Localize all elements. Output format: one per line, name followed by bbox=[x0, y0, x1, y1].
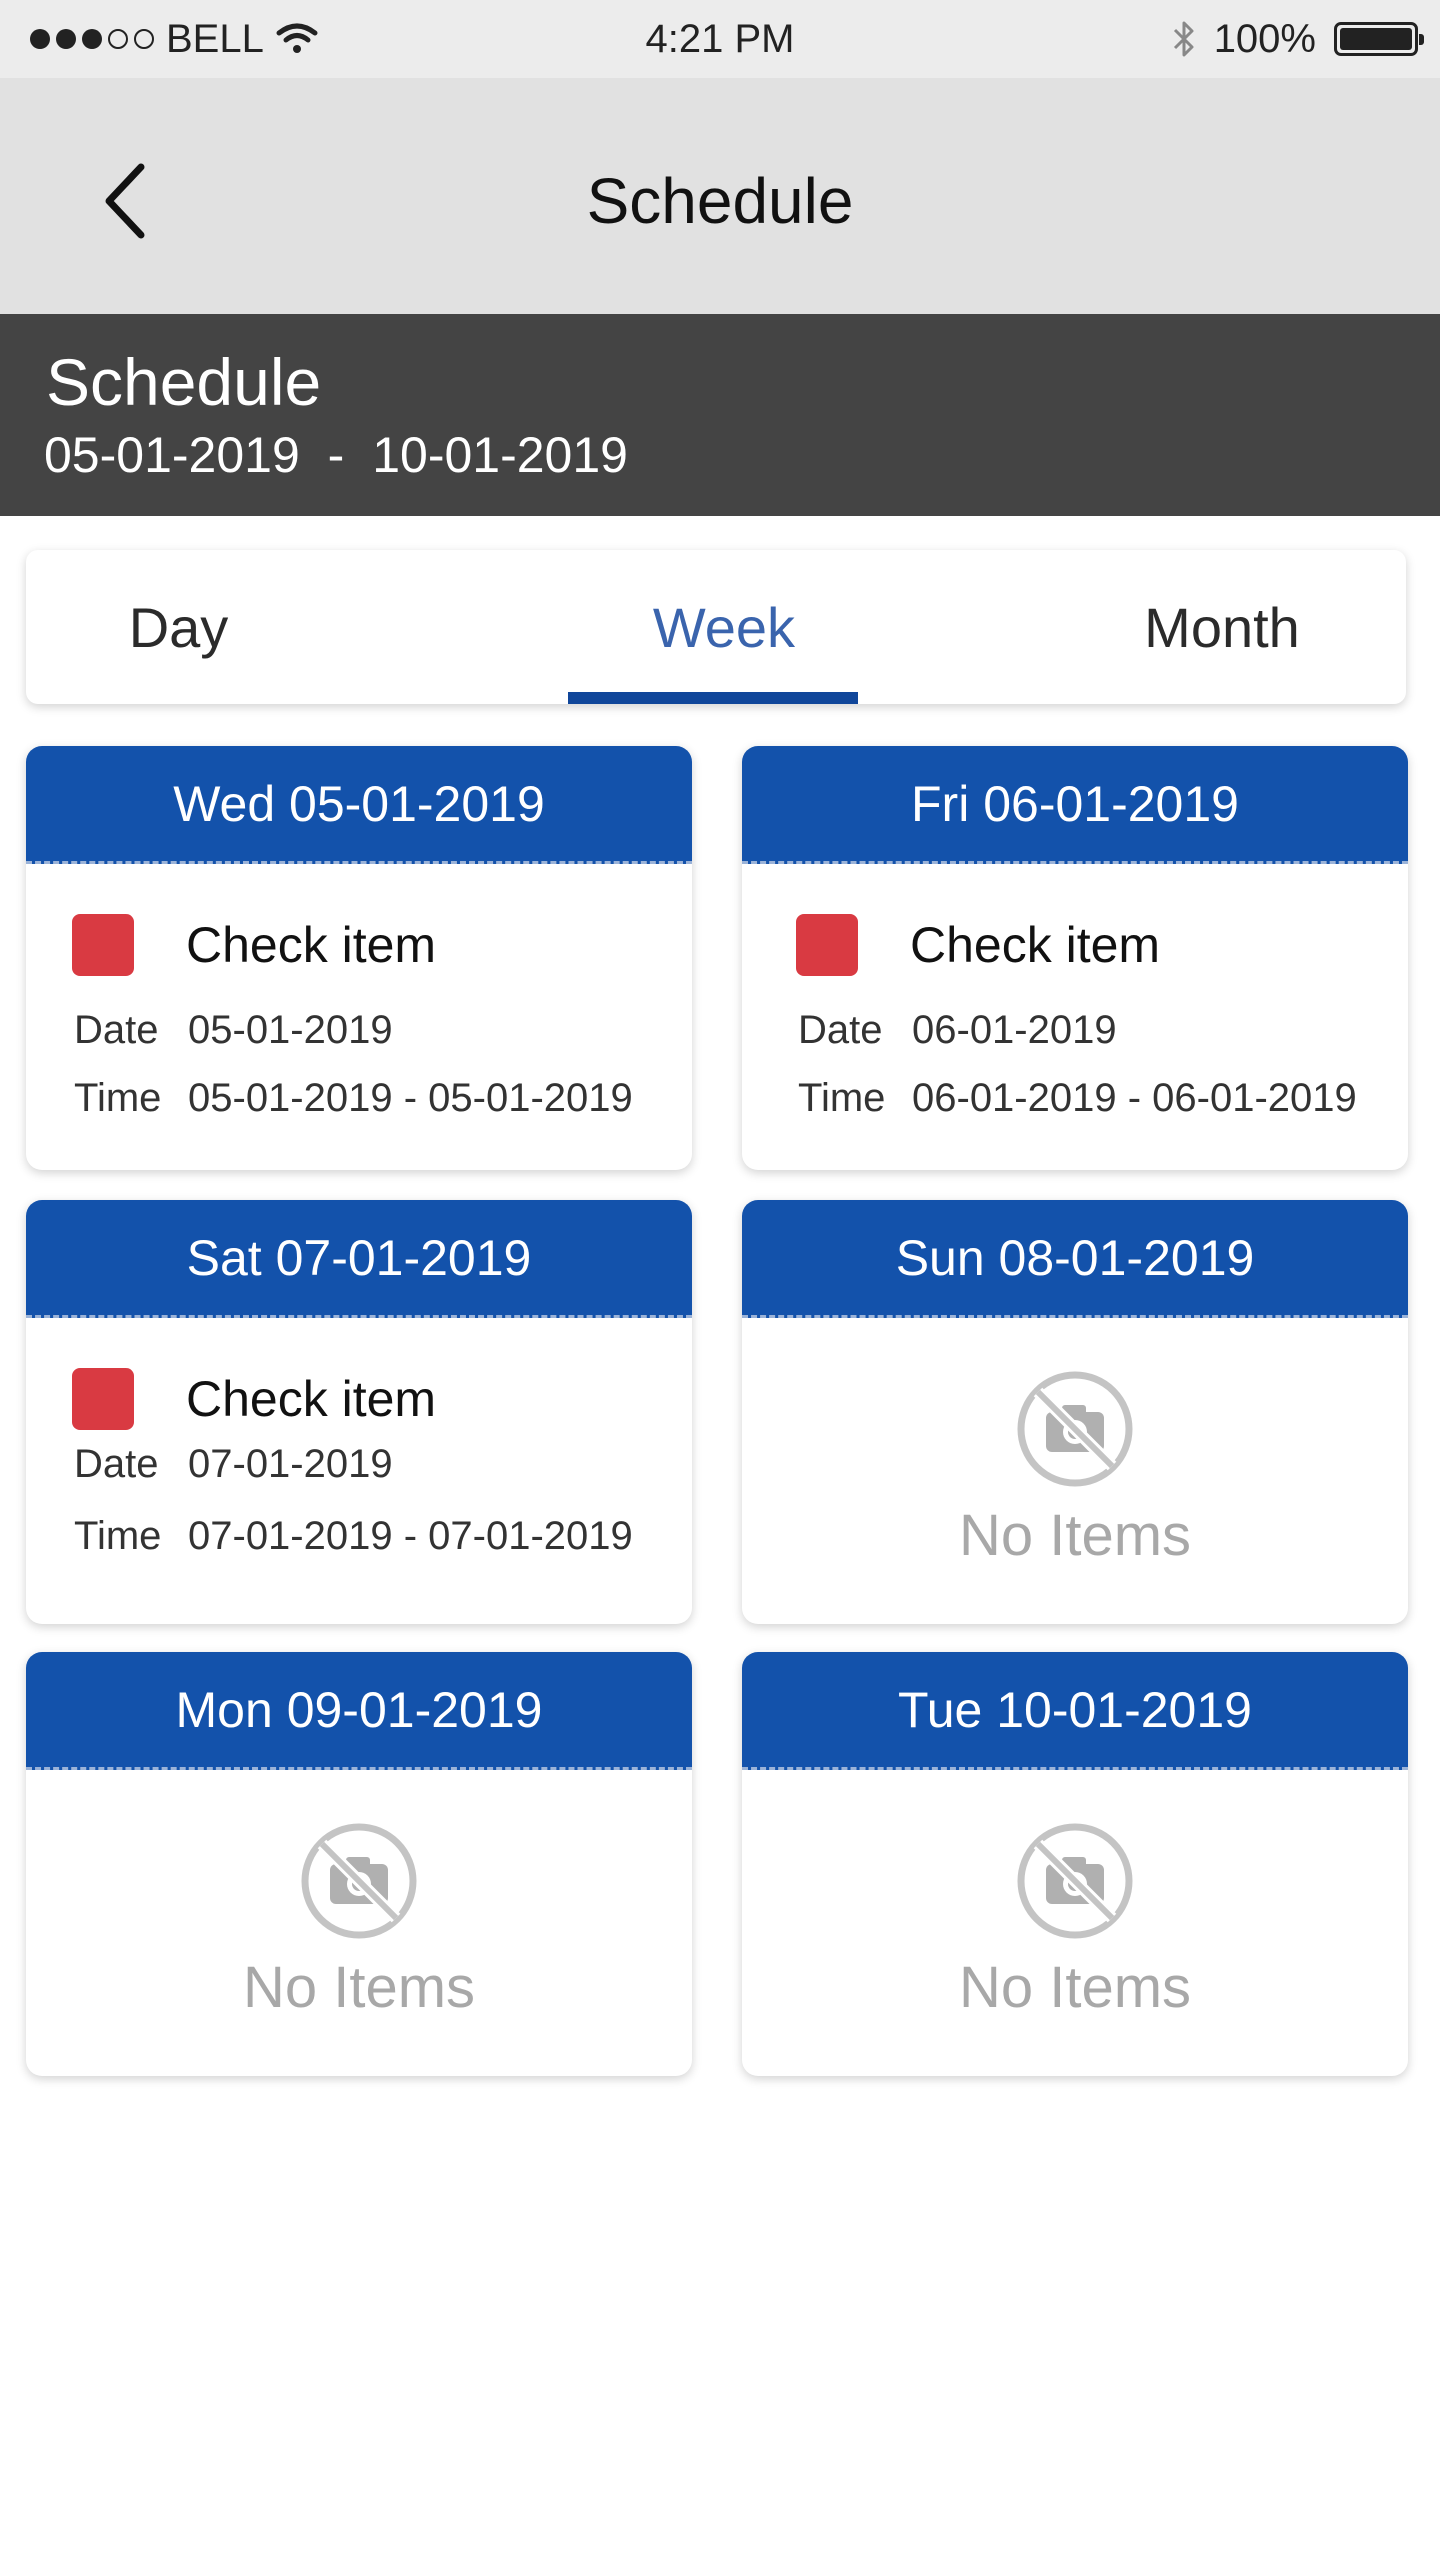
tab-day[interactable]: Day bbox=[26, 550, 331, 704]
item-title: Check item bbox=[186, 917, 437, 973]
day-card-header: Wed 05-01-2019 bbox=[26, 746, 692, 864]
schedule-item[interactable]: Check item bbox=[796, 914, 1160, 976]
tab-month[interactable]: Month bbox=[1038, 550, 1406, 704]
empty-state: No Items bbox=[742, 1370, 1408, 1569]
day-card-header: Tue 10-01-2019 bbox=[742, 1652, 1408, 1770]
date-label: Date bbox=[74, 1442, 159, 1486]
item-title: Check item bbox=[186, 1371, 437, 1427]
tab-week[interactable]: Week bbox=[568, 550, 880, 704]
item-time-row: Time 07-01-2019 - 07-01-2019 bbox=[74, 1514, 633, 1559]
day-card[interactable]: Wed 05-01-2019 Check item Date 05-01-201… bbox=[26, 746, 692, 1170]
range-start: 05-01-2019 bbox=[44, 427, 300, 483]
date-range: 05-01-2019 - 10-01-2019 bbox=[44, 426, 628, 484]
day-card-header: Sun 08-01-2019 bbox=[742, 1200, 1408, 1318]
nav-title: Schedule bbox=[586, 165, 854, 237]
nav-bar: Schedule bbox=[0, 78, 1440, 314]
range-end: 10-01-2019 bbox=[372, 427, 628, 483]
status-right: 100% bbox=[1172, 0, 1424, 78]
no-items-label: No Items bbox=[242, 1955, 476, 2020]
range-separator: - bbox=[313, 427, 359, 483]
day-card-header: Sat 07-01-2019 bbox=[26, 1200, 692, 1318]
no-camera-icon bbox=[1017, 1823, 1133, 1939]
item-time-row: Time 05-01-2019 - 05-01-2019 bbox=[74, 1076, 633, 1121]
item-time: 06-01-2019 - 06-01-2019 bbox=[912, 1076, 1357, 1120]
schedule-item[interactable]: Check item bbox=[72, 1368, 436, 1430]
bluetooth-icon bbox=[1173, 21, 1194, 57]
no-items-label: No Items bbox=[958, 1955, 1192, 2020]
day-card[interactable]: Sun 08-01-2019 No Items bbox=[742, 1200, 1408, 1624]
no-camera-icon bbox=[301, 1823, 417, 1939]
item-date-row: Date 07-01-2019 bbox=[74, 1442, 393, 1487]
item-status-marker bbox=[72, 914, 134, 976]
date-label: Date bbox=[74, 1008, 159, 1052]
no-camera-icon bbox=[1017, 1371, 1133, 1487]
view-tabs: Day Week Month bbox=[26, 550, 1406, 704]
status-bar: BELL 4:21 PM 100% bbox=[0, 0, 1440, 78]
item-date-row: Date 05-01-2019 bbox=[74, 1008, 393, 1053]
day-card-header: Mon 09-01-2019 bbox=[26, 1652, 692, 1770]
battery-percent: 100% bbox=[1213, 16, 1316, 61]
item-status-marker bbox=[796, 914, 858, 976]
day-card[interactable]: Sat 07-01-2019 Check item Date 07-01-201… bbox=[26, 1200, 692, 1624]
schedule-item[interactable]: Check item bbox=[72, 914, 436, 976]
empty-state: No Items bbox=[742, 1822, 1408, 2021]
day-card[interactable]: Tue 10-01-2019 No Items bbox=[742, 1652, 1408, 2076]
empty-state: No Items bbox=[26, 1822, 692, 2021]
item-date: 05-01-2019 bbox=[188, 1008, 393, 1052]
day-card[interactable]: Fri 06-01-2019 Check item Date 06-01-201… bbox=[742, 746, 1408, 1170]
item-time: 05-01-2019 - 05-01-2019 bbox=[188, 1076, 633, 1120]
day-card-header: Fri 06-01-2019 bbox=[742, 746, 1408, 864]
item-time: 07-01-2019 - 07-01-2019 bbox=[188, 1514, 633, 1558]
item-date: 06-01-2019 bbox=[912, 1008, 1117, 1052]
day-card[interactable]: Mon 09-01-2019 No Items bbox=[26, 1652, 692, 2076]
time-label: Time bbox=[74, 1514, 162, 1558]
schedule-header: Schedule 05-01-2019 - 10-01-2019 bbox=[0, 314, 1440, 516]
battery-icon bbox=[1334, 22, 1424, 56]
header-title: Schedule bbox=[46, 345, 322, 419]
no-items-label: No Items bbox=[958, 1503, 1192, 1568]
item-date-row: Date 06-01-2019 bbox=[798, 1008, 1117, 1053]
time-label: Time bbox=[798, 1076, 886, 1120]
tab-active-indicator bbox=[568, 692, 858, 704]
item-status-marker bbox=[72, 1368, 134, 1430]
item-title: Check item bbox=[910, 917, 1161, 973]
item-time-row: Time 06-01-2019 - 06-01-2019 bbox=[798, 1076, 1357, 1121]
item-date: 07-01-2019 bbox=[188, 1442, 393, 1486]
time-label: Time bbox=[74, 1076, 162, 1120]
date-label: Date bbox=[798, 1008, 883, 1052]
